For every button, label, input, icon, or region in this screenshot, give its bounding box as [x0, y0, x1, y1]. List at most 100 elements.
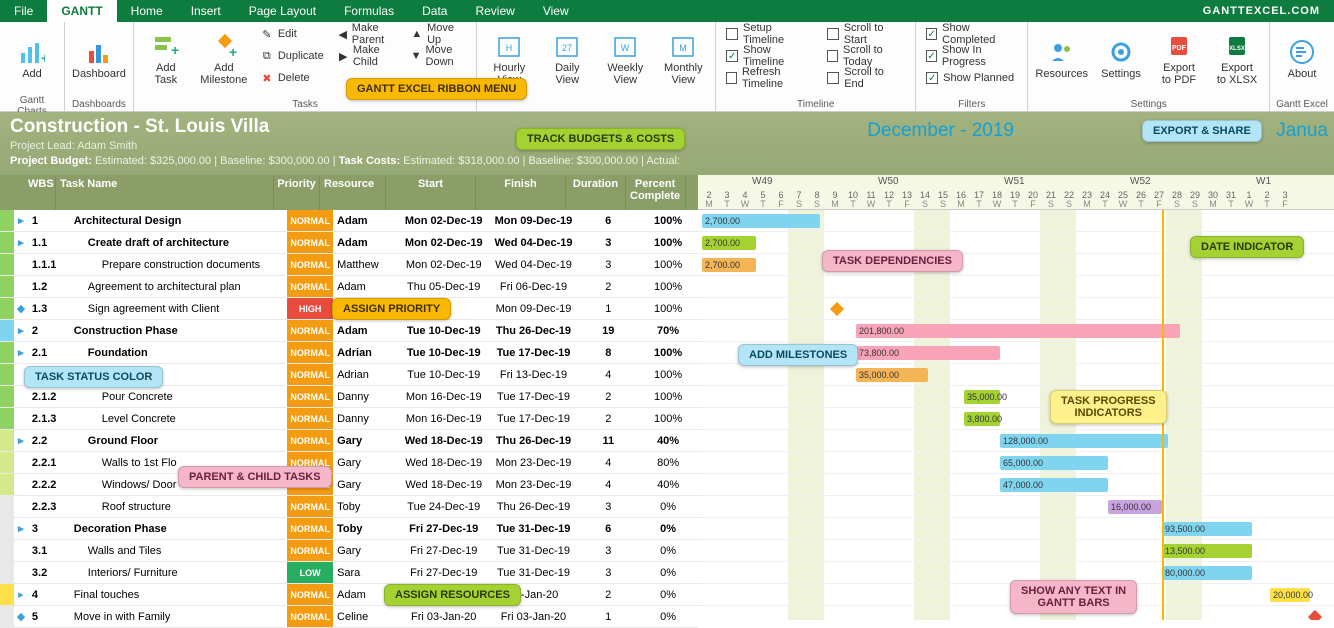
duration-cell[interactable]: 2: [578, 584, 638, 605]
percent-cell[interactable]: 0%: [638, 496, 698, 517]
percent-cell[interactable]: 40%: [638, 430, 698, 451]
duration-cell[interactable]: 19: [578, 320, 638, 341]
finish-cell[interactable]: Thu 26-Dec-19: [489, 320, 579, 341]
start-cell[interactable]: Wed 18-Dec-19: [399, 452, 489, 473]
show-completed-check[interactable]: ✓Show Completed: [922, 24, 1021, 44]
priority-cell[interactable]: NORMAL: [287, 364, 333, 385]
priority-cell[interactable]: NORMAL: [287, 210, 333, 231]
gantt-bar[interactable]: 20,000.00: [1270, 588, 1310, 602]
resource-cell[interactable]: Gary: [333, 474, 399, 495]
make-parent-button[interactable]: ◀Make Parent: [334, 24, 401, 44]
task-name-cell[interactable]: Ground Floor: [70, 430, 287, 451]
priority-cell[interactable]: NORMAL: [287, 320, 333, 341]
expand-icon[interactable]: [14, 474, 28, 495]
menu-data[interactable]: Data: [408, 0, 461, 22]
resource-cell[interactable]: Sara: [333, 562, 399, 583]
percent-cell[interactable]: 40%: [638, 474, 698, 495]
expand-icon[interactable]: ▸: [14, 210, 28, 231]
expand-icon[interactable]: ▸: [14, 430, 28, 451]
duplicate-button[interactable]: ⧉Duplicate: [256, 46, 328, 66]
start-cell[interactable]: Fri 27-Dec-19: [399, 540, 489, 561]
resource-cell[interactable]: Toby: [333, 518, 399, 539]
percent-cell[interactable]: 100%: [638, 232, 698, 253]
gantt-bar[interactable]: 16,000.00: [1108, 500, 1162, 514]
start-cell[interactable]: Tue 10-Dec-19: [399, 342, 489, 363]
col-percent[interactable]: Percent Complete: [626, 175, 686, 210]
resource-cell[interactable]: Gary: [333, 540, 399, 561]
duration-cell[interactable]: 2: [578, 276, 638, 297]
start-cell[interactable]: Tue 10-Dec-19: [399, 364, 489, 385]
col-priority[interactable]: Priority: [274, 175, 320, 210]
finish-cell[interactable]: Fri 13-Dec-19: [489, 364, 579, 385]
add-task-button[interactable]: + Add Task: [140, 24, 192, 94]
priority-cell[interactable]: NORMAL: [287, 606, 333, 627]
task-row[interactable]: 2.1.3Level ConcreteNORMALDannyMon 16-Dec…: [0, 408, 698, 430]
expand-icon[interactable]: ◆: [14, 606, 28, 627]
percent-cell[interactable]: 0%: [638, 562, 698, 583]
finish-cell[interactable]: Mon 09-Dec-19: [489, 298, 579, 319]
task-row[interactable]: 1.2Agreement to architectural planNORMAL…: [0, 276, 698, 298]
setup-timeline-check[interactable]: Setup Timeline: [722, 24, 817, 44]
finish-cell[interactable]: Wed 04-Dec-19: [489, 232, 579, 253]
gantt-bar[interactable]: 73,800.00: [856, 346, 1000, 360]
menu-formulas[interactable]: Formulas: [330, 0, 408, 22]
milestone-diamond[interactable]: [1308, 610, 1322, 620]
show-inprogress-check[interactable]: ✓Show In Progress: [922, 46, 1021, 66]
percent-cell[interactable]: 100%: [638, 408, 698, 429]
duration-cell[interactable]: 3: [578, 232, 638, 253]
finish-cell[interactable]: Wed 04-Dec-19: [489, 254, 579, 275]
gantt-bar[interactable]: 201,800.00: [856, 324, 1180, 338]
scroll-today-check[interactable]: Scroll to Today: [823, 46, 909, 66]
task-row[interactable]: 3.1Walls and TilesNORMALGaryFri 27-Dec-1…: [0, 540, 698, 562]
priority-cell[interactable]: NORMAL: [287, 386, 333, 407]
task-row[interactable]: 1.1.1Prepare construction documentsNORMA…: [0, 254, 698, 276]
duration-cell[interactable]: 3: [578, 254, 638, 275]
start-cell[interactable]: Mon 02-Dec-19: [399, 232, 489, 253]
finish-cell[interactable]: Fri 06-Dec-19: [489, 276, 579, 297]
task-row[interactable]: ▸2Construction PhaseNORMALAdamTue 10-Dec…: [0, 320, 698, 342]
task-name-cell[interactable]: Foundation: [70, 342, 287, 363]
edit-button[interactable]: ✎Edit: [256, 24, 328, 44]
task-name-cell[interactable]: Final touches: [70, 584, 287, 605]
col-start[interactable]: Start: [386, 175, 476, 210]
expand-icon[interactable]: ◆: [14, 298, 28, 319]
task-name-cell[interactable]: Prepare construction documents: [70, 254, 287, 275]
gantt-bar[interactable]: 35,000.00: [856, 368, 928, 382]
col-duration[interactable]: Duration: [566, 175, 626, 210]
start-cell[interactable]: Wed 18-Dec-19: [399, 430, 489, 451]
priority-cell[interactable]: HIGH: [287, 298, 333, 319]
make-child-button[interactable]: ▶Make Child: [334, 46, 401, 66]
duration-cell[interactable]: 1: [578, 298, 638, 319]
expand-icon[interactable]: ▸: [14, 320, 28, 341]
percent-cell[interactable]: 100%: [638, 276, 698, 297]
task-row[interactable]: ▸4Final touchesNORMALAdam02-Jan-2020%: [0, 584, 698, 606]
expand-icon[interactable]: ▸: [14, 342, 28, 363]
expand-icon[interactable]: ▸: [14, 232, 28, 253]
scroll-start-check[interactable]: Scroll to Start: [823, 24, 909, 44]
task-row[interactable]: ▸1.1Create draft of architectureNORMALAd…: [0, 232, 698, 254]
priority-cell[interactable]: LOW: [287, 562, 333, 583]
task-row[interactable]: 2.2.3Roof structureNORMALTobyTue 24-Dec-…: [0, 496, 698, 518]
resource-cell[interactable]: Adam: [333, 232, 399, 253]
percent-cell[interactable]: 100%: [638, 342, 698, 363]
task-row[interactable]: ▸1Architectural DesignNORMALAdamMon 02-D…: [0, 210, 698, 232]
duration-cell[interactable]: 4: [578, 474, 638, 495]
delete-button[interactable]: ✖Delete: [256, 68, 328, 88]
priority-cell[interactable]: NORMAL: [287, 584, 333, 605]
menu-view[interactable]: View: [529, 0, 583, 22]
duration-cell[interactable]: 4: [578, 364, 638, 385]
show-planned-check[interactable]: ✓Show Planned: [922, 68, 1021, 88]
menu-page-layout[interactable]: Page Layout: [235, 0, 330, 22]
resource-cell[interactable]: Celine: [333, 606, 399, 627]
daily-view-button[interactable]: 27Daily View: [541, 24, 593, 94]
percent-cell[interactable]: 70%: [638, 320, 698, 341]
move-down-button[interactable]: ▼Move Down: [407, 46, 471, 66]
finish-cell[interactable]: Thu 26-Dec-19: [489, 496, 579, 517]
percent-cell[interactable]: 0%: [638, 518, 698, 539]
start-cell[interactable]: Mon 02-Dec-19: [399, 254, 489, 275]
gantt-bar[interactable]: 128,000.00: [1000, 434, 1168, 448]
percent-cell[interactable]: 0%: [638, 584, 698, 605]
gantt-bar[interactable]: 35,000.00: [964, 390, 1000, 404]
gantt-bar[interactable]: 13,500.00: [1162, 544, 1252, 558]
start-cell[interactable]: Mon 16-Dec-19: [399, 408, 489, 429]
